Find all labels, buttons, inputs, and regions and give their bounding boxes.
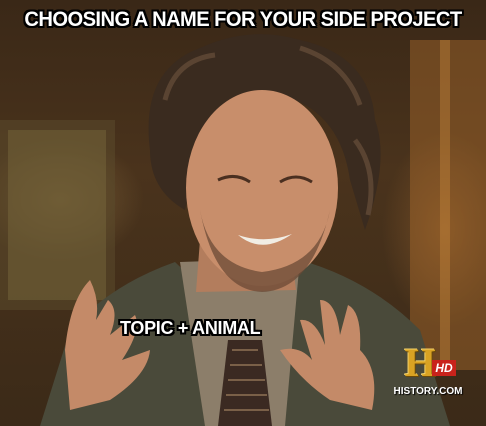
left-wall-panel bbox=[8, 130, 106, 300]
hd-badge: HD bbox=[432, 360, 456, 376]
history-logo: H HD HISTORY.COM bbox=[388, 343, 468, 404]
top-caption: CHOOSING A NAME FOR YOUR SIDE PROJECT bbox=[24, 8, 462, 31]
logo-text: HISTORY.COM bbox=[393, 386, 463, 397]
middle-caption: TOPIC + ANIMAL bbox=[120, 318, 261, 338]
face bbox=[186, 90, 338, 286]
right-wall-stripe bbox=[440, 40, 450, 370]
meme-image: CHOOSING A NAME FOR YOUR SIDE PROJECT TO… bbox=[0, 0, 486, 426]
